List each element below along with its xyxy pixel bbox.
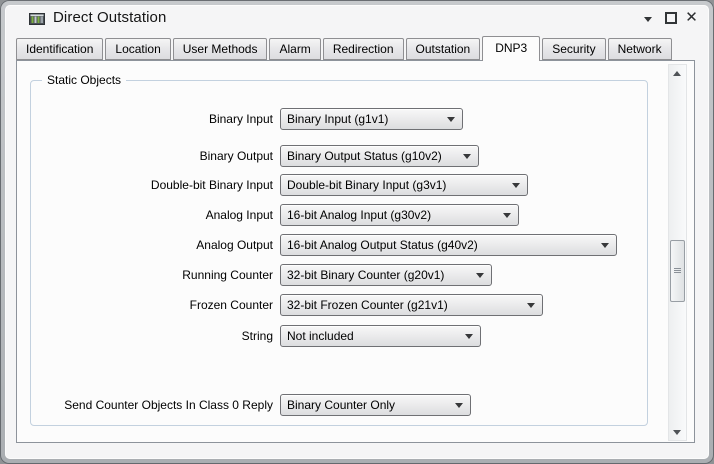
label-running-counter: Running Counter <box>20 268 273 283</box>
tab-network[interactable]: Network <box>608 38 672 60</box>
vertical-scrollbar[interactable] <box>668 64 687 441</box>
chevron-down-icon <box>465 334 473 339</box>
analog-input-dropdown[interactable]: 16-bit Analog Input (g30v2) <box>280 204 519 226</box>
label-analog-input: Analog Input <box>20 208 273 223</box>
chevron-down-icon <box>463 154 471 159</box>
tab-strip: Identification Location User Methods Ala… <box>16 38 674 61</box>
string-dropdown[interactable]: Not included <box>280 325 481 347</box>
dropdown-value: 16-bit Analog Input (g30v2) <box>287 205 500 225</box>
tab-dnp3[interactable]: DNP3 <box>482 36 540 61</box>
dropdown-value: Binary Input (g1v1) <box>287 109 444 129</box>
chevron-down-icon <box>601 243 609 248</box>
caret-down-icon <box>644 17 652 22</box>
tab-location[interactable]: Location <box>105 38 170 60</box>
running-counter-dropdown[interactable]: 32-bit Binary Counter (g20v1) <box>280 264 492 286</box>
dropdown-value: 32-bit Binary Counter (g20v1) <box>287 265 473 285</box>
frozen-counter-dropdown[interactable]: 32-bit Frozen Counter (g21v1) <box>280 294 543 316</box>
send-counter-class0-dropdown[interactable]: Binary Counter Only <box>280 394 471 416</box>
chevron-down-icon <box>503 213 511 218</box>
window-title: Direct Outstation <box>53 9 166 26</box>
close-button[interactable]: ✕ <box>682 8 701 28</box>
label-send-counter-objects-class0: Send Counter Objects In Class 0 Reply <box>20 398 273 413</box>
groupbox-title: Static Objects <box>42 73 126 87</box>
label-binary-output: Binary Output <box>20 149 273 164</box>
double-bit-binary-input-dropdown[interactable]: Double-bit Binary Input (g3v1) <box>280 174 528 196</box>
scrollbar-grip-icon <box>674 268 681 269</box>
tab-identification[interactable]: Identification <box>16 38 103 60</box>
minimize-button[interactable] <box>639 8 658 28</box>
tab-outstation[interactable]: Outstation <box>406 38 481 60</box>
chevron-down-icon <box>476 273 484 278</box>
label-string: String <box>20 329 273 344</box>
label-double-bit-binary-input: Double-bit Binary Input <box>20 178 273 193</box>
arrow-up-icon <box>673 71 681 76</box>
arrow-down-icon <box>673 430 681 435</box>
scroll-down-button[interactable] <box>669 423 686 440</box>
chevron-down-icon <box>455 403 463 408</box>
chevron-down-icon <box>527 303 535 308</box>
binary-input-dropdown[interactable]: Binary Input (g1v1) <box>280 108 463 130</box>
tab-alarm[interactable]: Alarm <box>269 38 320 60</box>
tab-redirection[interactable]: Redirection <box>323 38 404 60</box>
scroll-up-button[interactable] <box>669 65 686 82</box>
window-frame: Direct Outstation ✕ Identification Locat… <box>0 0 714 464</box>
binary-output-dropdown[interactable]: Binary Output Status (g10v2) <box>280 145 479 167</box>
analog-output-dropdown[interactable]: 16-bit Analog Output Status (g40v2) <box>280 234 617 256</box>
scrollbar-thumb[interactable] <box>670 240 685 302</box>
chevron-down-icon <box>512 183 520 188</box>
app-icon <box>29 11 45 27</box>
dropdown-value: Binary Counter Only <box>287 395 452 415</box>
close-icon: ✕ <box>685 9 698 26</box>
label-analog-output: Analog Output <box>20 238 273 253</box>
dropdown-value: Binary Output Status (g10v2) <box>287 146 460 166</box>
dropdown-value: Double-bit Binary Input (g3v1) <box>287 175 509 195</box>
dropdown-value: 32-bit Frozen Counter (g21v1) <box>287 295 524 315</box>
label-frozen-counter: Frozen Counter <box>20 298 273 313</box>
maximize-button[interactable] <box>661 8 680 28</box>
dropdown-value: Not included <box>287 326 462 346</box>
tab-user-methods[interactable]: User Methods <box>173 38 268 60</box>
label-binary-input: Binary Input <box>20 112 273 127</box>
tab-security[interactable]: Security <box>542 38 605 60</box>
dropdown-value: 16-bit Analog Output Status (g40v2) <box>287 235 598 255</box>
maximize-icon <box>665 12 677 24</box>
chevron-down-icon <box>447 117 455 122</box>
